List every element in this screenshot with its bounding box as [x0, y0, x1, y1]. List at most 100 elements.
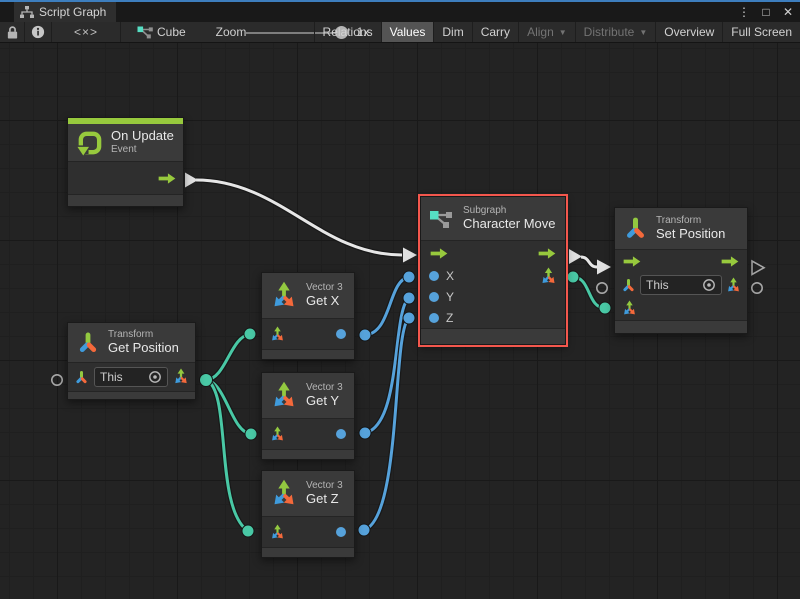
flow-out-arrow-icon[interactable] [720, 255, 740, 268]
vector3-out-icon[interactable] [540, 267, 557, 286]
vector3-icon [270, 479, 298, 509]
port-y-label: Y [446, 290, 454, 304]
port-y[interactable] [429, 292, 439, 302]
info-icon [31, 25, 45, 39]
full-screen-button[interactable]: Full Screen [722, 22, 800, 42]
float-out-port[interactable] [336, 527, 346, 537]
node-title: Get Y [306, 394, 343, 409]
node-title: Get Z [306, 492, 343, 507]
port-x[interactable] [429, 271, 439, 281]
values-button[interactable]: Values [381, 22, 434, 42]
node-get-z[interactable]: Vector 3 Get Z [261, 470, 355, 558]
node-footer [262, 349, 354, 359]
preview-code-button[interactable]: <×> [52, 22, 120, 42]
transform-icon [74, 370, 89, 385]
lock-button[interactable] [0, 22, 24, 42]
node-set-position[interactable]: Transform Set Position This [614, 207, 748, 334]
target-picker-icon[interactable] [148, 370, 162, 384]
vector3-icon [270, 426, 285, 443]
zoom-label: Zoom [213, 22, 249, 42]
node-title: Set Position [656, 227, 725, 242]
flow-out-arrow-icon[interactable] [157, 172, 177, 185]
float-out-port[interactable] [336, 429, 346, 439]
chevron-down-icon: ▼ [559, 28, 567, 37]
target-picker-icon[interactable] [702, 278, 716, 292]
node-title: Get X [306, 294, 343, 309]
graph-target-icon [136, 22, 154, 42]
graph-target-label[interactable]: Cube [157, 22, 197, 42]
node-header: On Update Event [68, 124, 183, 162]
code-icon: <×> [74, 25, 98, 39]
node-footer [262, 449, 354, 459]
node-body [262, 319, 354, 349]
node-get-x[interactable]: Vector 3 Get X [261, 272, 355, 360]
port-z-label: Z [446, 311, 453, 325]
lock-icon [6, 25, 19, 40]
node-title: On Update [111, 129, 174, 144]
node-body [262, 517, 354, 547]
toolbar-toggle-group: Relations Values Dim Carry Align ▼ Distr… [314, 22, 800, 42]
node-header: Vector 3 Get Z [262, 471, 354, 517]
port-x-label: X [446, 269, 454, 283]
this-object-field[interactable]: This [640, 275, 722, 295]
this-value: This [646, 278, 669, 292]
node-subtitle: Event [111, 144, 174, 156]
node-header: Vector 3 Get X [262, 273, 354, 319]
tab-title: Script Graph [39, 5, 106, 19]
node-body: X Y Z [421, 241, 565, 328]
node-get-y[interactable]: Vector 3 Get Y [261, 372, 355, 460]
node-character-move[interactable]: Subgraph Character Move X Y Z [420, 196, 566, 345]
graph-toolbar: <×> Cube Zoom 1x Relations Values Dim Ca… [0, 22, 800, 43]
window-menu-icon[interactable]: ⋮ [736, 5, 752, 19]
transform-icon [623, 216, 648, 241]
node-footer [615, 320, 747, 333]
node-body: This [68, 363, 195, 391]
distribute-dropdown[interactable]: Distribute ▼ [575, 22, 656, 42]
tab-bar: Script Graph ⋮ □ ✕ [0, 2, 800, 22]
vector3-icon [173, 368, 189, 386]
info-button[interactable] [25, 22, 51, 42]
loop-event-icon [76, 129, 103, 156]
this-object-field[interactable]: This [94, 367, 168, 387]
flow-in-arrow-icon[interactable] [429, 247, 449, 260]
node-header: Vector 3 Get Y [262, 373, 354, 419]
overview-button[interactable]: Overview [655, 22, 722, 42]
tab-script-graph[interactable]: Script Graph [14, 2, 116, 22]
vector3-icon [270, 281, 298, 311]
node-on-update[interactable]: On Update Event [67, 117, 184, 207]
node-title: Get Position [108, 341, 179, 356]
flow-out-arrow-icon[interactable] [537, 247, 557, 260]
align-dropdown[interactable]: Align ▼ [518, 22, 575, 42]
close-icon[interactable]: ✕ [780, 5, 796, 19]
flow-in-arrow-icon[interactable] [622, 255, 642, 268]
vector3-icon [270, 381, 298, 411]
vector3-in-icon[interactable] [622, 300, 637, 317]
subgraph-icon [429, 208, 455, 230]
node-header: Transform Get Position [68, 323, 195, 363]
node-footer [262, 547, 354, 557]
node-get-position[interactable]: Transform Get Position This [67, 322, 196, 400]
relations-button[interactable]: Relations [314, 22, 381, 42]
node-header: Transform Set Position [615, 208, 747, 250]
graph-tree-icon [20, 6, 34, 18]
chevron-down-icon: ▼ [639, 28, 647, 37]
node-body [68, 162, 183, 194]
vector3-icon [270, 524, 285, 541]
cube-graph-icon [137, 25, 153, 39]
node-header: Subgraph Character Move [421, 197, 565, 241]
this-value: This [100, 370, 123, 384]
carry-button[interactable]: Carry [472, 22, 518, 42]
toolbar-separator [120, 22, 121, 42]
maximize-icon[interactable]: □ [758, 5, 774, 19]
vector3-icon [270, 326, 285, 343]
dim-button[interactable]: Dim [433, 22, 471, 42]
float-out-port[interactable] [336, 329, 346, 339]
node-footer [68, 391, 195, 399]
script-graph-window: Script Graph ⋮ □ ✕ <×> Cube Zoom 1x Rela… [0, 0, 800, 599]
node-body: This [615, 250, 747, 320]
transform-icon [76, 331, 100, 355]
port-z[interactable] [429, 313, 439, 323]
node-body [262, 419, 354, 449]
node-footer [421, 328, 565, 344]
vector3-icon [726, 277, 741, 294]
